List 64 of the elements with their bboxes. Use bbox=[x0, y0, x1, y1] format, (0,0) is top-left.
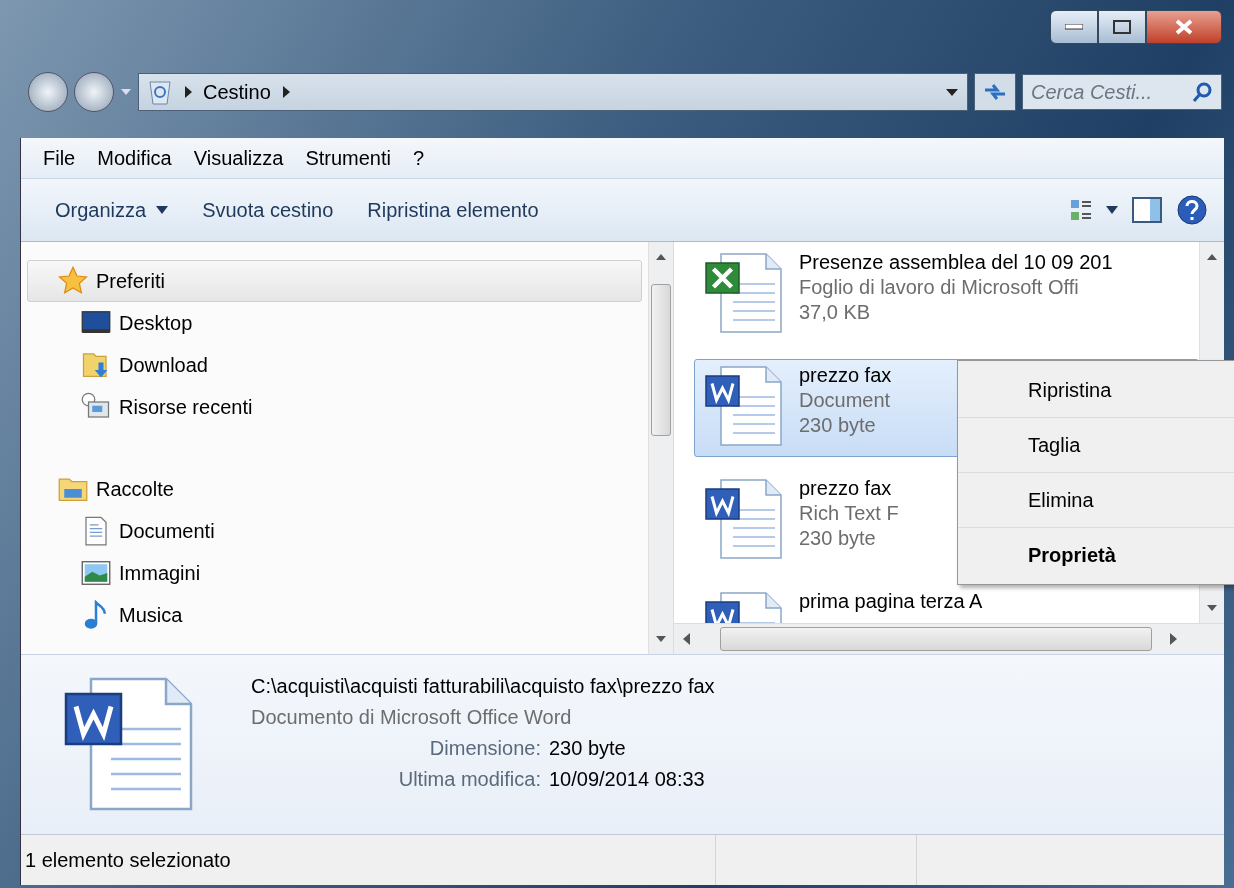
preview-pane-icon[interactable] bbox=[1132, 196, 1162, 224]
detail-value: 230 byte bbox=[549, 737, 627, 760]
menu-item[interactable]: Visualizza bbox=[185, 142, 292, 174]
back-button[interactable] bbox=[28, 72, 68, 112]
file-type: Document bbox=[799, 389, 892, 412]
file-type: Rich Text F bbox=[799, 502, 899, 525]
maximize-button[interactable] bbox=[1098, 10, 1146, 44]
dropdown-caret-icon[interactable] bbox=[945, 87, 959, 97]
refresh-icon bbox=[982, 81, 1008, 103]
menu-item[interactable]: ? bbox=[405, 142, 433, 174]
sidebar-group[interactable]: Preferiti bbox=[27, 260, 642, 302]
file-name: prezzo fax bbox=[799, 477, 893, 500]
file-type: Documento di Microsoft Office Word bbox=[251, 706, 573, 729]
caret-icon bbox=[156, 206, 169, 214]
recycle-bin-icon bbox=[147, 78, 173, 106]
status-text: 1 elemento selezionato bbox=[25, 848, 232, 872]
sidebar-item[interactable]: Documenti bbox=[27, 510, 642, 552]
view-options-icon[interactable] bbox=[1070, 198, 1092, 222]
sidebar-group[interactable]: Raccolte bbox=[27, 468, 642, 510]
scrollbar-thumb[interactable] bbox=[651, 284, 671, 436]
help-icon[interactable] bbox=[1176, 194, 1208, 226]
context-menu-item[interactable]: Elimina bbox=[958, 473, 1234, 528]
caret-icon[interactable] bbox=[1106, 206, 1118, 214]
refresh-button[interactable] bbox=[974, 73, 1016, 111]
search-field[interactable]: Cerca Cesti... bbox=[1022, 74, 1222, 110]
file-path: C:\acquisti\acquisti fatturabili\acquisto fax\prezzo fax bbox=[251, 675, 715, 698]
file-name: prezzo fax bbox=[799, 364, 892, 387]
close-button[interactable] bbox=[1146, 10, 1222, 44]
minimize-icon bbox=[1065, 24, 1083, 30]
file-name: Presenze assemblea del 10 09 201 bbox=[799, 251, 1113, 274]
location-text[interactable]: Cestino bbox=[203, 80, 271, 104]
close-icon bbox=[1174, 18, 1194, 36]
sidebar-item[interactable]: Desktop bbox=[27, 302, 642, 344]
file-size: 37,0 KB bbox=[799, 301, 872, 324]
minimize-button[interactable] bbox=[1050, 10, 1098, 44]
menu-item[interactable]: File bbox=[35, 142, 84, 174]
detail-label: Ultima modifica: bbox=[397, 768, 541, 791]
toolbar-button[interactable]: Svuota cestino bbox=[192, 192, 344, 228]
scrollbar-thumb[interactable] bbox=[720, 627, 1152, 651]
maximize-icon bbox=[1113, 20, 1131, 34]
address-bar[interactable]: Cestino bbox=[138, 73, 968, 111]
sidebar-item[interactable]: Risorse recenti bbox=[27, 386, 642, 428]
file-name: prima pagina terza A bbox=[799, 590, 983, 613]
detail-label: Dimensione: bbox=[428, 737, 541, 760]
search-icon bbox=[1192, 81, 1214, 103]
sidebar-item[interactable]: Immagini bbox=[27, 552, 642, 594]
picture-icon bbox=[81, 558, 111, 588]
star-icon bbox=[58, 266, 88, 296]
toolbar-button[interactable]: Organizza bbox=[45, 192, 179, 228]
file-size: 230 byte bbox=[799, 414, 877, 437]
history-caret-icon[interactable] bbox=[120, 87, 132, 97]
menu-item[interactable]: Modifica bbox=[89, 142, 180, 174]
file-tile[interactable]: Presenze assemblea del 10 09 201 Foglio di lavoro di Microsoft Offi 37,0 KB bbox=[694, 246, 1199, 344]
forward-button[interactable] bbox=[74, 72, 114, 112]
breadcrumb-arrow-icon[interactable] bbox=[183, 85, 193, 99]
breadcrumb-arrow-icon[interactable] bbox=[280, 85, 291, 99]
file-type: Foglio di lavoro di Microsoft Offi bbox=[799, 276, 1080, 299]
file-size: 230 byte bbox=[799, 527, 877, 550]
toolbar-button[interactable]: Ripristina elemento bbox=[357, 192, 549, 228]
context-menu-item[interactable]: Proprietà bbox=[958, 528, 1234, 582]
sidebar-item[interactable]: Download bbox=[27, 344, 642, 386]
menu-item[interactable]: Strumenti bbox=[297, 142, 399, 174]
detail-value: 10/09/2014 08:33 bbox=[549, 768, 706, 791]
sidebar-item[interactable]: Musica bbox=[27, 594, 642, 636]
